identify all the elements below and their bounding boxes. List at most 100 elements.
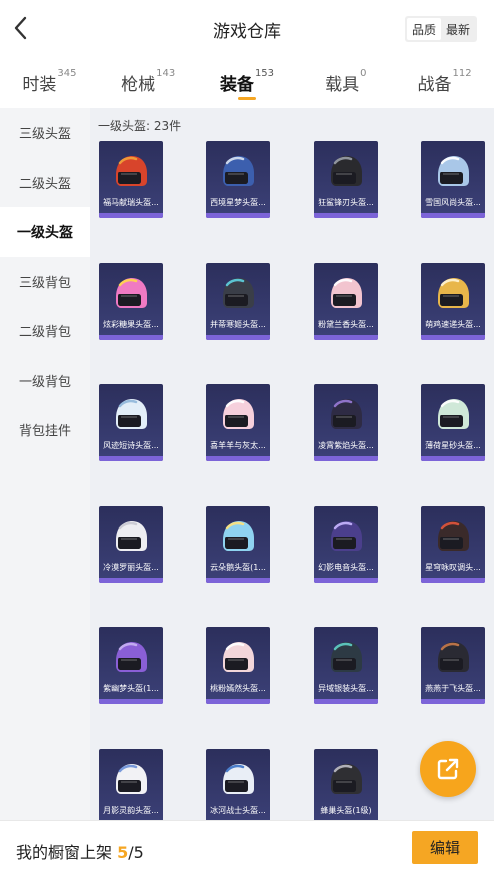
- item-card[interactable]: 冷漠罗丽头盔...: [99, 505, 163, 583]
- item-card[interactable]: 萌鸡速递头盔...: [421, 262, 485, 340]
- section-title: 一级头盔: 23件: [98, 119, 182, 133]
- item-name: 福马献瑞头盔...: [103, 198, 159, 207]
- helmet-icon: [223, 520, 254, 551]
- category-tabs: 时装345 枪械143 装备153 载具0 战备112: [0, 62, 494, 104]
- active-tab-indicator: [237, 97, 256, 100]
- item-card[interactable]: 并蒂寒姬头盔...: [206, 262, 270, 340]
- tab-label: 载具: [325, 75, 360, 95]
- item-card[interactable]: 蜂巢头盔(1级): [314, 748, 378, 820]
- rarity-bar: [99, 699, 163, 704]
- item-card[interactable]: 西境星梦头盔...: [206, 141, 270, 218]
- rarity-bar: [99, 577, 163, 583]
- item-name: 星穹咏叹调头...: [425, 562, 481, 572]
- item-card[interactable]: 冰河战士头盔...: [206, 748, 270, 820]
- helmet-icon: [116, 277, 147, 308]
- rarity-bar: [421, 699, 485, 704]
- item-name: 幻影电音头盔...: [318, 562, 374, 572]
- helmet-icon: [116, 520, 147, 551]
- tab-label: 时装: [22, 75, 57, 95]
- item-card[interactable]: 桃粉嫣然头盔...: [206, 627, 270, 704]
- item-card[interactable]: 星穹咏叹调头...: [421, 505, 485, 583]
- item-name: 燕燕于飞头盔...: [425, 684, 481, 693]
- item-card[interactable]: 炫彩糖果头盔...: [99, 262, 163, 340]
- item-card[interactable]: 凌霄紫焰头盔...: [314, 384, 378, 461]
- helmet-icon: [116, 763, 147, 794]
- helmet-icon: [223, 642, 254, 672]
- tab-supplies[interactable]: 战备112: [395, 62, 494, 104]
- item-name: 雪国风尚头盔...: [425, 198, 481, 207]
- rarity-bar: [314, 334, 378, 340]
- item-card[interactable]: 幻影电音头盔...: [314, 505, 378, 583]
- sidebar-item-level3-helmet[interactable]: 三级头盔: [0, 108, 90, 158]
- sort-toggle: 品质 最新: [405, 16, 477, 42]
- rarity-bar: [206, 334, 270, 340]
- item-card[interactable]: 燕燕于飞头盔...: [421, 627, 485, 704]
- helmet-icon: [331, 399, 362, 429]
- external-link-icon: [437, 758, 459, 780]
- item-card[interactable]: 粉黛兰香头盔...: [314, 262, 378, 340]
- sort-option-quality[interactable]: 品质: [407, 18, 441, 40]
- item-card[interactable]: 异域银装头盔...: [314, 627, 378, 704]
- rarity-bar: [314, 456, 378, 461]
- showcase-status: 我的橱窗上架 5/5: [16, 839, 144, 863]
- edit-button[interactable]: 编辑: [412, 831, 478, 864]
- helmet-icon: [438, 642, 469, 672]
- item-card[interactable]: 福马献瑞头盔...: [99, 141, 163, 218]
- sidebar-item-level2-backpack[interactable]: 二级背包: [0, 306, 90, 356]
- item-name: 狂鲨锋刃头盔...: [318, 198, 374, 207]
- tab-count: 153: [254, 68, 275, 79]
- item-name: 异域银装头盔...: [318, 684, 374, 693]
- rarity-bar: [206, 456, 270, 461]
- helmet-icon: [438, 520, 469, 551]
- tab-count: 345: [57, 68, 77, 79]
- rarity-bar: [99, 213, 163, 218]
- top-bar: 游戏仓库 品质 最新: [0, 0, 494, 56]
- item-card[interactable]: 薄荷星砂头盔...: [421, 384, 485, 461]
- helmet-icon: [331, 763, 362, 794]
- helmet-icon: [331, 156, 362, 186]
- item-name: 薄荷星砂头盔...: [425, 441, 481, 450]
- rarity-bar: [206, 577, 270, 583]
- item-name: 并蒂寒姬头盔...: [210, 319, 266, 329]
- helmet-icon: [223, 156, 254, 186]
- tab-count: 143: [156, 68, 176, 79]
- helmet-icon: [223, 399, 254, 429]
- item-name: 云朵鹅头盔(1...: [210, 562, 266, 572]
- tab-weapons[interactable]: 枪械143: [99, 62, 198, 104]
- tab-vehicles[interactable]: 载具0: [296, 62, 395, 104]
- item-panel: 一级头盔: 23件 福马献瑞头盔... 西境星梦头盔... 狂鲨锋刃头盔... 雪国风…: [90, 108, 494, 820]
- sidebar-item-level1-helmet[interactable]: 一级头盔: [0, 207, 90, 257]
- sidebar-item-level2-helmet[interactable]: 二级头盔: [0, 158, 90, 208]
- tab-fashion[interactable]: 时装345: [0, 62, 99, 104]
- share-button[interactable]: [420, 741, 476, 797]
- item-card[interactable]: 风迹短诗头盔...: [99, 384, 163, 461]
- item-name: 萌鸡速递头盔...: [425, 319, 481, 329]
- tab-equipment[interactable]: 装备153: [198, 62, 297, 104]
- item-name: 粉黛兰香头盔...: [318, 319, 374, 329]
- sidebar-item-backpack-charm[interactable]: 背包挂件: [0, 405, 90, 455]
- item-name: 喜羊羊与灰太...: [210, 441, 266, 450]
- rarity-bar: [421, 213, 485, 218]
- helmet-icon: [438, 399, 469, 429]
- item-card[interactable]: 雪国风尚头盔...: [421, 141, 485, 218]
- sidebar-item-level3-backpack[interactable]: 三级背包: [0, 257, 90, 307]
- tab-label: 枪械: [121, 75, 156, 95]
- rarity-bar: [421, 334, 485, 340]
- helmet-icon: [438, 277, 469, 308]
- rarity-bar: [421, 577, 485, 583]
- item-card[interactable]: 云朵鹅头盔(1...: [206, 505, 270, 583]
- tab-label: 装备: [219, 75, 254, 95]
- item-name: 紫幽梦头盔(1...: [103, 684, 159, 693]
- helmet-icon: [331, 277, 362, 308]
- item-name: 西境星梦头盔...: [210, 198, 266, 207]
- showcase-used-count: 5: [117, 843, 129, 862]
- sort-option-newest[interactable]: 最新: [441, 18, 475, 40]
- item-card[interactable]: 狂鲨锋刃头盔...: [314, 141, 378, 218]
- sidebar-item-level1-backpack[interactable]: 一级背包: [0, 356, 90, 406]
- showcase-total-count: /5: [128, 843, 144, 862]
- subcategory-sidebar: 三级头盔 二级头盔 一级头盔 三级背包 二级背包 一级背包 背包挂件: [0, 108, 90, 820]
- item-card[interactable]: 月影灵韵头盔...: [99, 748, 163, 820]
- item-card[interactable]: 紫幽梦头盔(1...: [99, 627, 163, 704]
- rarity-bar: [206, 699, 270, 704]
- item-card[interactable]: 喜羊羊与灰太...: [206, 384, 270, 461]
